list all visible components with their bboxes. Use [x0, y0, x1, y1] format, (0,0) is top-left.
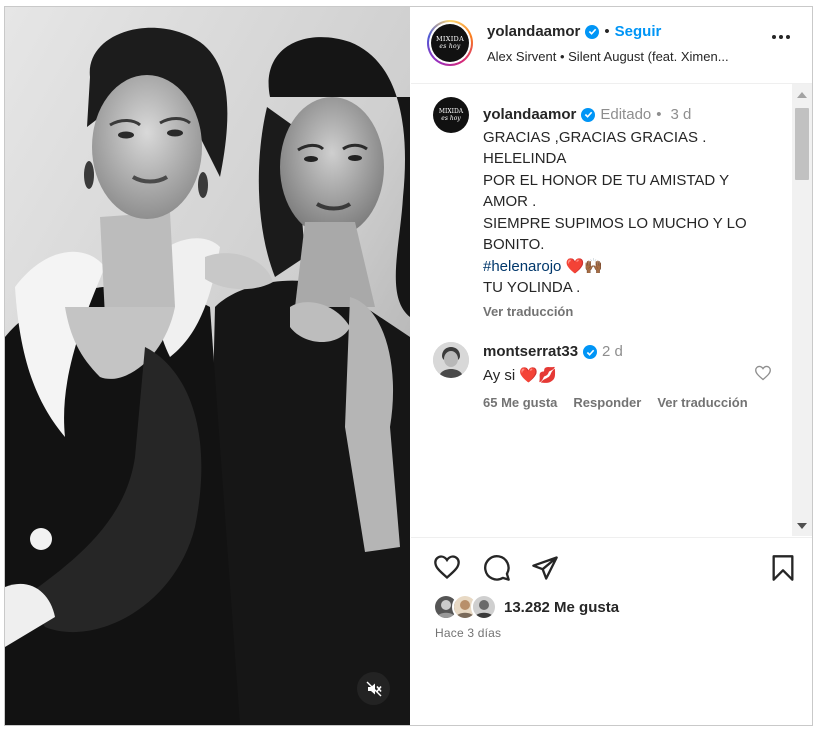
caption-avatar[interactable]: MIXIDA es hoy [433, 97, 469, 133]
comments-section[interactable]: MIXIDA es hoy yolandaamor Editado • 3 d … [411, 84, 791, 536]
caption-age[interactable]: 3 d [671, 104, 692, 126]
comment-meta: 65 Me gusta Responder Ver traducción [483, 395, 748, 410]
comment-like-button[interactable] [754, 365, 772, 386]
commenter-avatar[interactable] [433, 342, 469, 378]
black-and-white-portrait [5, 7, 410, 725]
comment-button[interactable] [483, 554, 511, 587]
liker-avatar[interactable] [471, 594, 497, 620]
scroll-up-arrow[interactable] [792, 86, 812, 103]
verified-badge-icon [585, 24, 600, 39]
author-avatar[interactable]: MIXIDA es hoy [427, 20, 473, 66]
post-modal: MIXIDA es hoy yolandaamor • Seguir Alex … [4, 6, 813, 726]
caption-line: BONITO. [483, 236, 545, 253]
post-photo[interactable] [5, 7, 410, 725]
send-icon [532, 556, 558, 580]
avatar-logo-text: MIXIDA [435, 35, 465, 43]
like-button[interactable] [433, 554, 461, 585]
verified-badge-icon [581, 107, 596, 122]
comment-translate-link[interactable]: Ver traducción [657, 395, 747, 410]
author-username[interactable]: yolandaamor [487, 23, 580, 40]
caption-username[interactable]: yolandaamor [483, 104, 576, 126]
comment-emojis: ❤️💋 [519, 366, 557, 384]
caption-line: SIEMPRE SUPIMOS LO MUCHO Y LO [483, 214, 747, 232]
caption-signoff: TU YOLINDA . [483, 279, 581, 296]
scroll-thumb[interactable] [795, 108, 809, 180]
commenter-username[interactable]: montserrat33 [483, 341, 578, 363]
follow-button[interactable]: Seguir [615, 23, 662, 40]
comment-text: Ay si [483, 367, 516, 384]
verified-badge-icon [583, 345, 598, 359]
post-timestamp[interactable]: Hace 3 días [435, 626, 501, 640]
reply-button[interactable]: Responder [573, 395, 641, 410]
share-button[interactable] [531, 554, 559, 587]
comment-icon [484, 555, 510, 581]
heart-icon [755, 365, 771, 381]
likes-count[interactable]: 13.282 Me gusta [504, 599, 619, 616]
avatar-logo: MIXIDA es hoy [431, 24, 469, 62]
caption-separator: • [656, 106, 662, 123]
likes-summary: 13.282 Me gusta [433, 594, 619, 620]
mute-button[interactable] [357, 672, 390, 705]
hashtag-link[interactable]: #helenarojo [483, 258, 561, 275]
save-button[interactable] [771, 554, 795, 587]
scroll-down-arrow[interactable] [792, 517, 812, 534]
header-separator: • [604, 23, 610, 40]
caption-line: HELELINDA [483, 150, 567, 167]
caption-line: POR EL HONOR DE TU AMISTAD Y [483, 171, 730, 189]
comment-likes[interactable]: 65 Me gusta [483, 395, 557, 410]
heart-icon [434, 555, 460, 580]
muted-speaker-icon [366, 681, 382, 696]
caption-line: AMOR . [483, 193, 537, 210]
more-dots-icon [772, 35, 776, 39]
caption-translate-link[interactable]: Ver traducción [483, 301, 783, 323]
comment-age[interactable]: 2 d [602, 341, 623, 363]
comments-scrollbar[interactable] [792, 84, 812, 536]
caption-avatar-subtext: es hoy [441, 115, 461, 122]
caption-line: GRACIAS ,GRACIAS GRACIAS . [483, 128, 707, 146]
more-options-button[interactable] [772, 35, 790, 39]
audio-track[interactable]: Alex Sirvent • Silent August (feat. Xime… [487, 49, 767, 64]
bookmark-icon [772, 555, 794, 581]
post-actions: 13.282 Me gusta Hace 3 días [411, 537, 812, 725]
caption: yolandaamor Editado • 3 d GRACIAS ,GRACI… [483, 104, 783, 322]
caption-emojis: ❤️🙌🏾 [565, 256, 603, 275]
post-header: MIXIDA es hoy yolandaamor • Seguir Alex … [411, 7, 812, 84]
comment: montserrat33 2 d Ay si ❤️💋 [483, 341, 763, 387]
post-sidebar: MIXIDA es hoy yolandaamor • Seguir Alex … [411, 7, 812, 725]
edited-label: Editado [600, 106, 652, 123]
avatar-logo-subtext: es hoy [439, 43, 461, 50]
caption-avatar-text: MIXIDA [438, 108, 464, 115]
